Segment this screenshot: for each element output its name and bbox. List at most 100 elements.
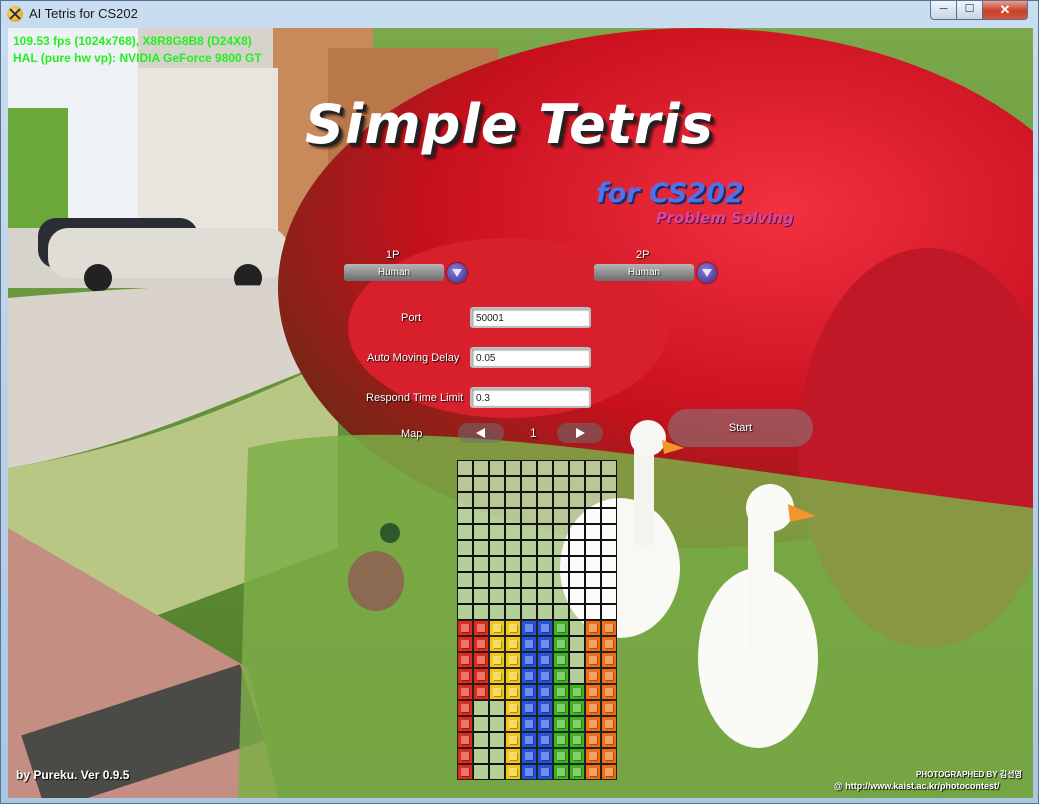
board-block: [457, 764, 473, 780]
board-block: [505, 764, 521, 780]
board-cell: [569, 492, 585, 508]
board-cell: [521, 508, 537, 524]
board-block: [505, 668, 521, 684]
board-cell: [489, 748, 505, 764]
board-cell: [521, 540, 537, 556]
board-block: [505, 636, 521, 652]
board-cell: [569, 508, 585, 524]
board-cell: [521, 476, 537, 492]
window-title: AI Tetris for CS202: [29, 6, 138, 21]
board-block: [537, 732, 553, 748]
board-block: [553, 636, 569, 652]
board-block: [601, 716, 617, 732]
board-cell: [537, 524, 553, 540]
board-cell: [585, 508, 601, 524]
board-block: [585, 700, 601, 716]
board-block: [601, 732, 617, 748]
board-block: [473, 620, 489, 636]
board-cell: [505, 460, 521, 476]
board-cell: [489, 556, 505, 572]
board-cell: [569, 572, 585, 588]
board-cell: [585, 540, 601, 556]
player1-dropdown-icon[interactable]: [447, 263, 467, 283]
board-cell: [537, 556, 553, 572]
board-cell: [505, 556, 521, 572]
board-cell: [521, 524, 537, 540]
player2-dropdown-icon[interactable]: [697, 263, 717, 283]
board-block: [585, 764, 601, 780]
close-button[interactable]: ✕: [982, 1, 1028, 20]
board-block: [569, 684, 585, 700]
board-cell: [601, 556, 617, 572]
board-cell: [457, 492, 473, 508]
board-block: [569, 764, 585, 780]
board-block: [521, 748, 537, 764]
board-cell: [473, 588, 489, 604]
board-block: [457, 716, 473, 732]
board-cell: [457, 572, 473, 588]
board-block: [521, 620, 537, 636]
board-cell: [489, 572, 505, 588]
board-cell: [537, 460, 553, 476]
board-cell: [457, 508, 473, 524]
arrow-left-icon: [476, 428, 485, 438]
limit-field[interactable]: 0.3: [470, 387, 591, 408]
board-cell: [505, 540, 521, 556]
board-cell: [601, 540, 617, 556]
title-bar[interactable]: AI Tetris for CS202 ─ ☐ ✕: [1, 1, 1038, 27]
player1-select[interactable]: Human: [344, 264, 444, 281]
map-next-button[interactable]: [557, 423, 603, 443]
delay-field[interactable]: 0.05: [470, 347, 591, 368]
board-block: [537, 764, 553, 780]
board-cell: [537, 508, 553, 524]
board-block: [553, 764, 569, 780]
logo-title: Simple Tetris: [305, 93, 714, 156]
map-prev-button[interactable]: [458, 423, 504, 443]
game-viewport: 109.53 fps (1024x768), X8R8G8B8 (D24X8) …: [8, 28, 1033, 798]
board-cell: [601, 604, 617, 620]
board-block: [537, 700, 553, 716]
board-cell: [553, 572, 569, 588]
board-cell: [505, 492, 521, 508]
board-cell: [473, 492, 489, 508]
board-block: [553, 652, 569, 668]
board-block: [457, 620, 473, 636]
board-block: [457, 732, 473, 748]
board-cell: [473, 716, 489, 732]
board-block: [553, 620, 569, 636]
board-cell: [601, 572, 617, 588]
board-block: [457, 652, 473, 668]
delay-label: Auto Moving Delay: [367, 352, 460, 364]
board-block: [553, 716, 569, 732]
board-cell: [457, 460, 473, 476]
board-block: [601, 668, 617, 684]
board-block: [521, 764, 537, 780]
board-block: [537, 684, 553, 700]
board-cell: [505, 604, 521, 620]
board-cell: [569, 476, 585, 492]
map-value: 1: [530, 426, 537, 440]
version-label: by Pureku. Ver 0.9.5: [16, 768, 130, 782]
board-block: [569, 732, 585, 748]
board-cell: [473, 748, 489, 764]
board-block: [521, 700, 537, 716]
board-cell: [553, 524, 569, 540]
board-cell: [553, 540, 569, 556]
board-block: [553, 748, 569, 764]
logo-subtitle: for CS202: [596, 178, 744, 209]
board-block: [569, 700, 585, 716]
minimize-button[interactable]: ─: [930, 1, 957, 20]
board-cell: [569, 556, 585, 572]
board-block: [585, 716, 601, 732]
board-block: [521, 684, 537, 700]
board-cell: [473, 460, 489, 476]
board-block: [601, 652, 617, 668]
player2-select[interactable]: Human: [594, 264, 694, 281]
board-cell: [473, 700, 489, 716]
board-block: [569, 748, 585, 764]
port-field[interactable]: 50001: [470, 307, 591, 328]
board-cell: [521, 572, 537, 588]
board-cell: [569, 540, 585, 556]
start-button[interactable]: Start: [668, 409, 813, 447]
maximize-button[interactable]: ☐: [956, 1, 983, 20]
